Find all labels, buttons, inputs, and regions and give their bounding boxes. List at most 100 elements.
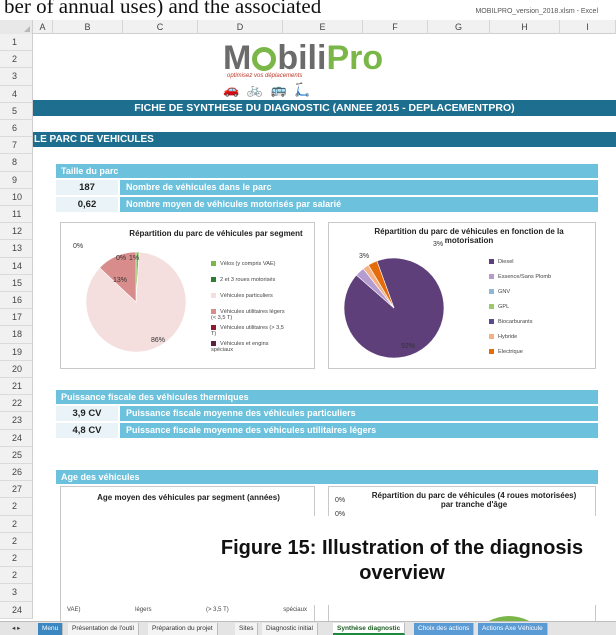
- tab-preparation[interactable]: Préparation du projet: [148, 623, 218, 635]
- row-header[interactable]: 24: [0, 601, 33, 619]
- legend-swatch: [489, 319, 494, 325]
- puissance-value-1[interactable]: 3,9 CV: [56, 406, 118, 421]
- row-header[interactable]: 13: [0, 240, 33, 258]
- column-header-i[interactable]: I: [560, 20, 616, 34]
- row-header[interactable]: 7: [0, 137, 33, 155]
- row-header[interactable]: 23: [0, 412, 33, 430]
- logo-ring-icon: [252, 47, 277, 71]
- tab-nav-left-icon[interactable]: ◂ ▸: [8, 623, 25, 635]
- row-header[interactable]: 20: [0, 360, 33, 378]
- row-header[interactable]: 2: [0, 51, 33, 69]
- row-header[interactable]: 16: [0, 292, 33, 310]
- legend-entry: 2 et 3 roues motorisés: [211, 277, 275, 283]
- column-header-d[interactable]: D: [198, 20, 283, 34]
- legend-entry: Véhicules et engins spéciaux: [211, 341, 286, 353]
- column-header-e[interactable]: E: [283, 20, 363, 34]
- taille-row-1: 187 Nombre de véhicules dans le parc: [56, 180, 598, 195]
- legend-label: Essence/Sans Plomb: [498, 274, 552, 280]
- row-header[interactable]: 24: [0, 429, 33, 447]
- legend-label: Vélos (y compris VAE): [220, 261, 276, 267]
- figure-caption-line-2: overview: [359, 562, 445, 584]
- legend-entry: GPL: [489, 304, 509, 310]
- legend-swatch: [489, 289, 494, 295]
- pie-data-label: 13%: [113, 277, 128, 284]
- taille-value-1[interactable]: 187: [56, 180, 118, 195]
- row-header[interactable]: 2: [0, 567, 33, 585]
- row-header[interactable]: 12: [0, 223, 33, 241]
- age-bottom-label: VAE): [67, 607, 81, 613]
- pie-data-label: 1%: [129, 255, 140, 262]
- chart-segment-box[interactable]: Répartition du parc de véhicules par seg…: [60, 222, 315, 369]
- row-header[interactable]: 2: [0, 515, 33, 533]
- tab-actions-axe-vehicule[interactable]: Actions Axe Véhicule: [478, 623, 548, 635]
- row-header[interactable]: 25: [0, 446, 33, 464]
- legend-swatch: [489, 259, 494, 265]
- legend-entry: Biocarburants: [489, 319, 533, 325]
- row-header[interactable]: 22: [0, 395, 33, 413]
- chart-motorisation-pie: [343, 257, 445, 359]
- row-header[interactable]: 26: [0, 464, 33, 482]
- legend-entry: Diesel: [489, 259, 514, 265]
- row-header[interactable]: 2: [0, 550, 33, 568]
- row-header[interactable]: 21: [0, 378, 33, 396]
- legend-label: Diesel: [498, 259, 514, 265]
- tab-diagnostic-initial[interactable]: Diagnostic initial: [262, 623, 318, 635]
- taille-value-2[interactable]: 0,62: [56, 197, 118, 212]
- legend-swatch: [489, 349, 494, 355]
- row-header[interactable]: 2: [0, 532, 33, 550]
- taille-header: Taille du parc: [56, 164, 598, 178]
- column-header-a[interactable]: A: [33, 20, 53, 34]
- puissance-value-2[interactable]: 4,8 CV: [56, 423, 118, 438]
- age-bottom-label: légers: [135, 607, 152, 613]
- select-all-corner[interactable]: [0, 20, 33, 34]
- tab-choix-actions[interactable]: Choix des actions: [414, 623, 475, 635]
- pie-data-label: 86%: [151, 337, 166, 344]
- legend-entry: Véhicules utilitaires (> 3,5 T): [211, 325, 286, 337]
- age-header: Age des véhicules: [56, 470, 598, 484]
- row-header[interactable]: 27: [0, 481, 33, 499]
- section-parc-vehicules: LE PARC DE VEHICULES: [33, 132, 616, 147]
- row-header[interactable]: 5: [0, 102, 33, 120]
- puissance-label-2: Puissance fiscale moyenne des véhicules …: [120, 423, 598, 438]
- column-header-h[interactable]: H: [490, 20, 560, 34]
- row-header[interactable]: 3: [0, 68, 33, 86]
- age-bottom-label: (> 3,5 T): [206, 607, 229, 613]
- column-header-b[interactable]: B: [53, 20, 123, 34]
- row-header[interactable]: 10: [0, 188, 33, 206]
- chart-motorisation-box[interactable]: Répartition du parc de véhicules en fonc…: [328, 222, 596, 369]
- legend-swatch: [211, 277, 216, 283]
- row-header[interactable]: 3: [0, 584, 33, 602]
- logo-tagline: optimisez vos déplacements: [227, 73, 303, 79]
- puissance-row-1: 3,9 CV Puissance fiscale moyenne des véh…: [56, 406, 598, 421]
- legend-label: Véhicules et engins spéciaux: [211, 341, 269, 353]
- row-header[interactable]: 11: [0, 206, 33, 224]
- row-header[interactable]: 4: [0, 85, 33, 103]
- row-header[interactable]: 14: [0, 257, 33, 275]
- legend-swatch: [211, 261, 216, 267]
- row-header[interactable]: 8: [0, 154, 33, 172]
- row-header[interactable]: 6: [0, 120, 33, 138]
- row-header[interactable]: 19: [0, 343, 33, 361]
- tab-synthese-diagnostic[interactable]: Synthèse diagnostic: [333, 623, 406, 635]
- pie-data-label: 92%: [401, 343, 416, 350]
- row-header[interactable]: 15: [0, 274, 33, 292]
- row-header[interactable]: 2: [0, 498, 33, 516]
- pie-data-label: 0%: [73, 243, 84, 250]
- tab-presentation[interactable]: Présentation de l'outil: [68, 623, 139, 635]
- tab-menu[interactable]: Menu: [38, 623, 64, 635]
- row-header[interactable]: 17: [0, 309, 33, 327]
- logo-vehicles-icon: 🚗 🚲 🚌 🛴: [223, 82, 313, 97]
- row-header[interactable]: 18: [0, 326, 33, 344]
- age-tranche-pie-fragment: [489, 616, 529, 621]
- tab-sites[interactable]: Sites: [235, 623, 259, 635]
- pie-data-label: 0%: [116, 255, 127, 262]
- legend-label: Biocarburants: [498, 319, 533, 325]
- column-header-f[interactable]: F: [363, 20, 428, 34]
- column-header-g[interactable]: G: [428, 20, 490, 34]
- figure-caption: Figure 15: Illustration of the diagnosis…: [188, 516, 616, 605]
- legend-entry: Essence/Sans Plomb: [489, 274, 551, 280]
- row-header[interactable]: 9: [0, 171, 33, 189]
- column-header-c[interactable]: C: [123, 20, 198, 34]
- row-header[interactable]: 1: [0, 34, 33, 52]
- window-title: MOBILPRO_version_2018.xlsm - Excel: [475, 8, 598, 15]
